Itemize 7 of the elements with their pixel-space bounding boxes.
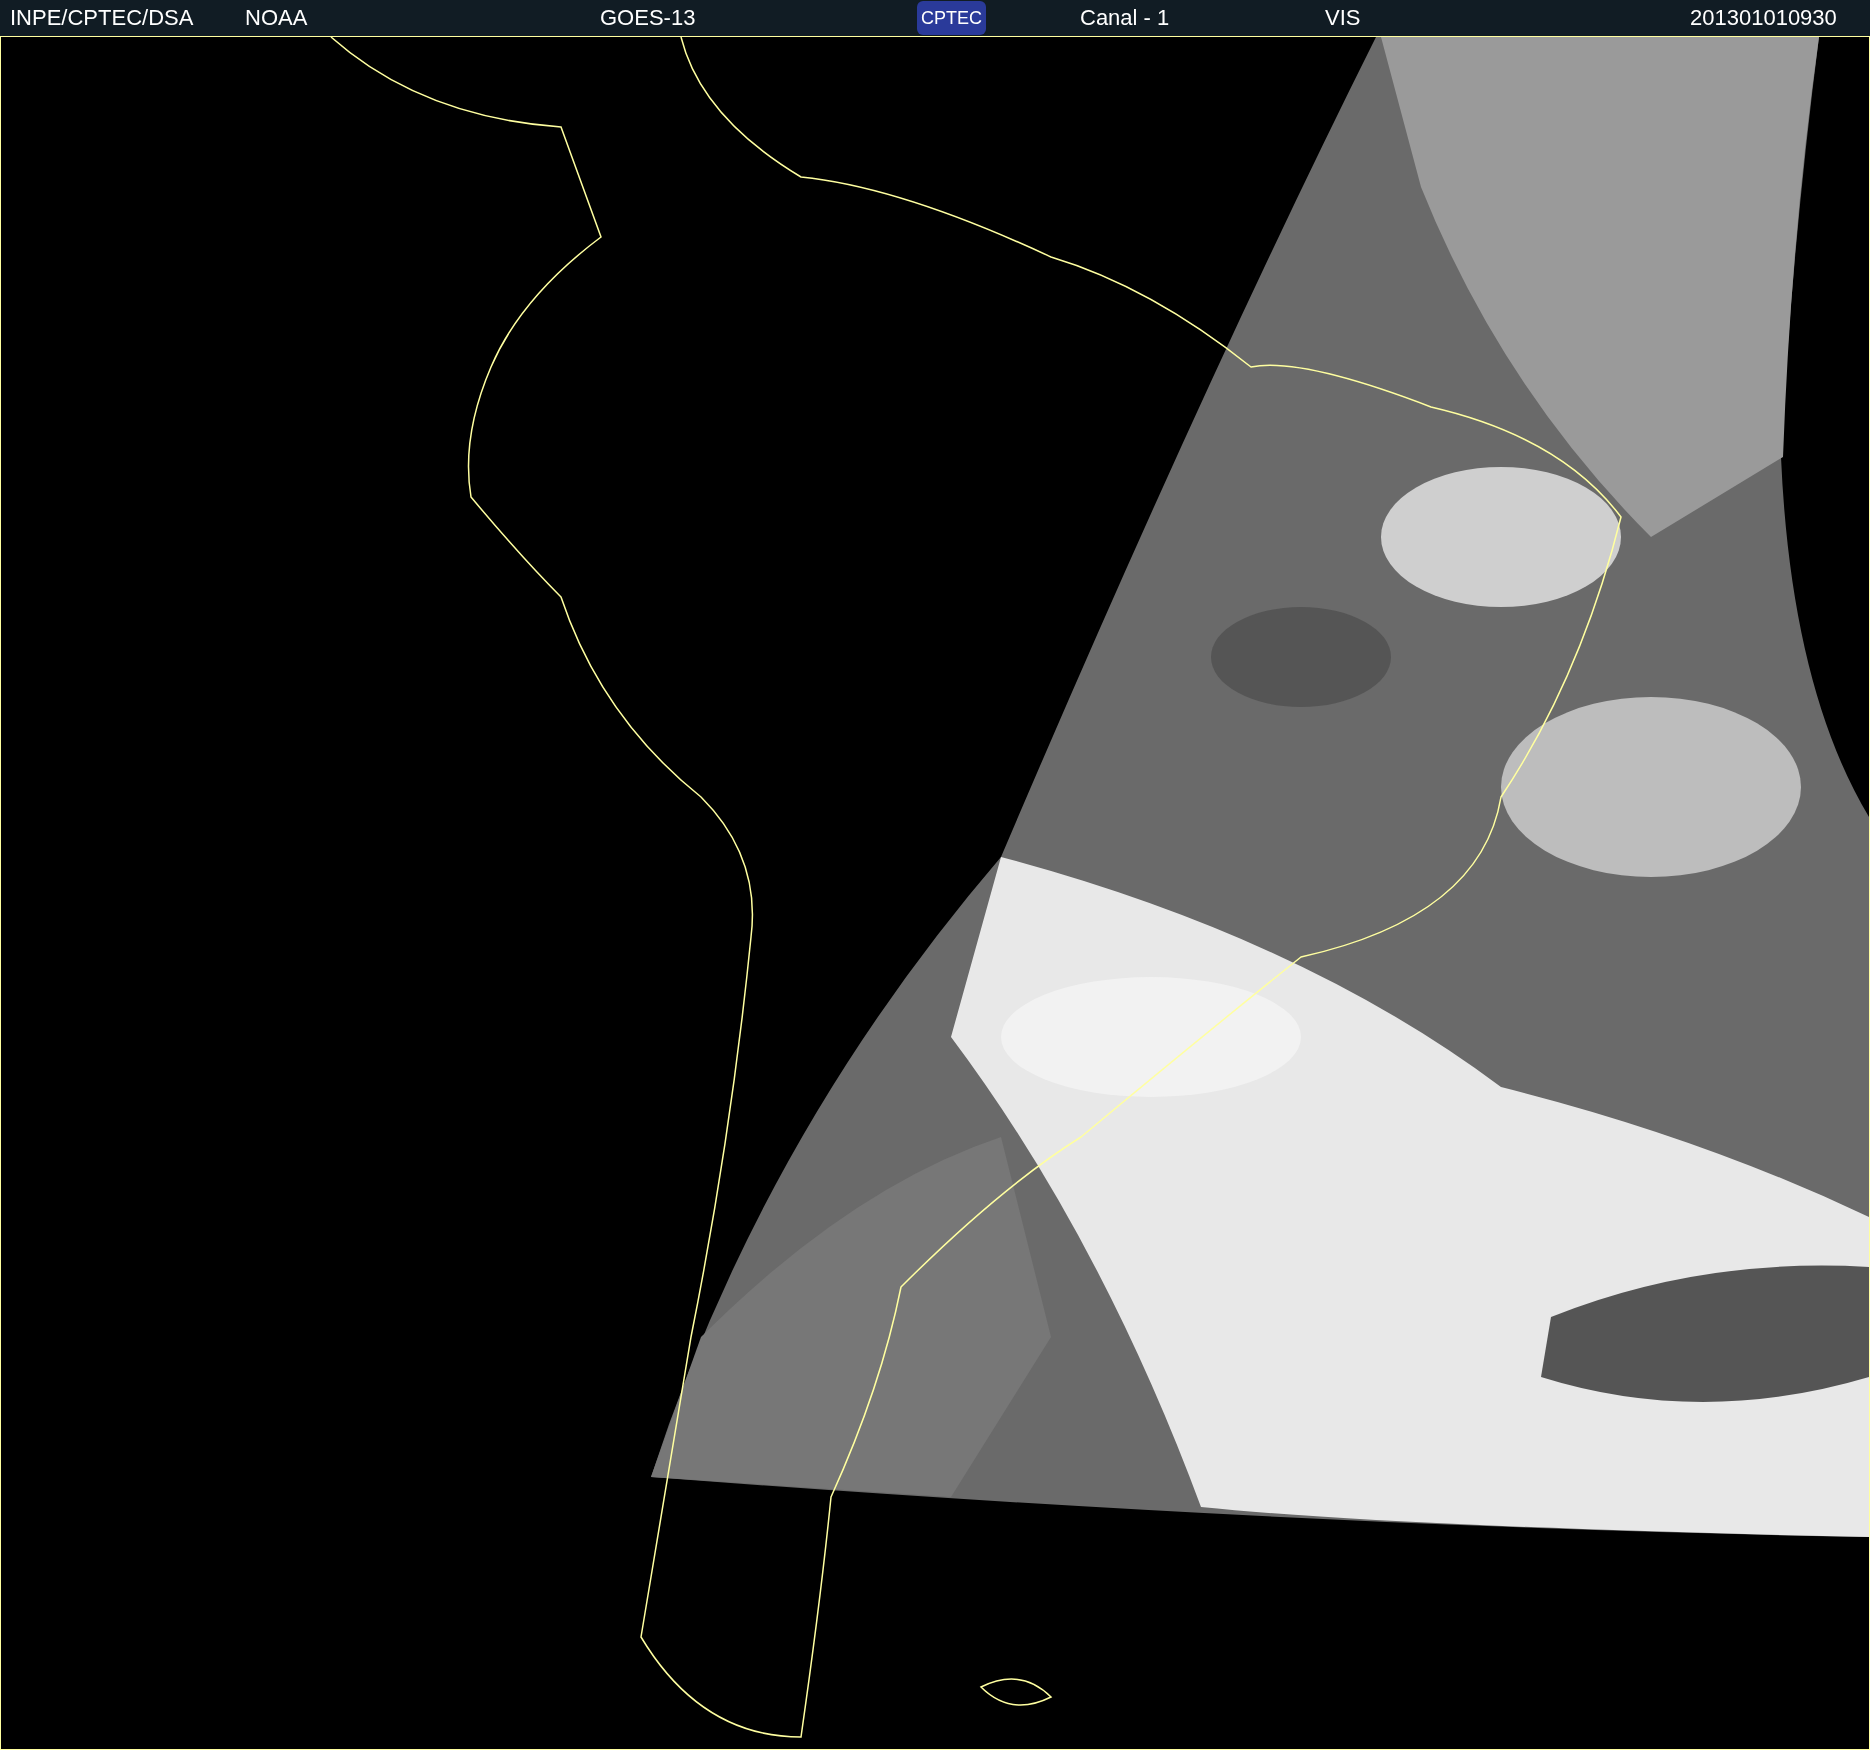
band-label: VIS [1325, 4, 1361, 32]
agency-label: INPE/CPTEC/DSA [10, 4, 194, 32]
logo: CPTEC [917, 1, 986, 35]
source-label: NOAA [245, 4, 308, 32]
channel-label: Canal - 1 [1080, 4, 1170, 32]
satellite-label: GOES-13 [600, 4, 696, 32]
timestamp-label: 201301010930 [1690, 4, 1837, 32]
